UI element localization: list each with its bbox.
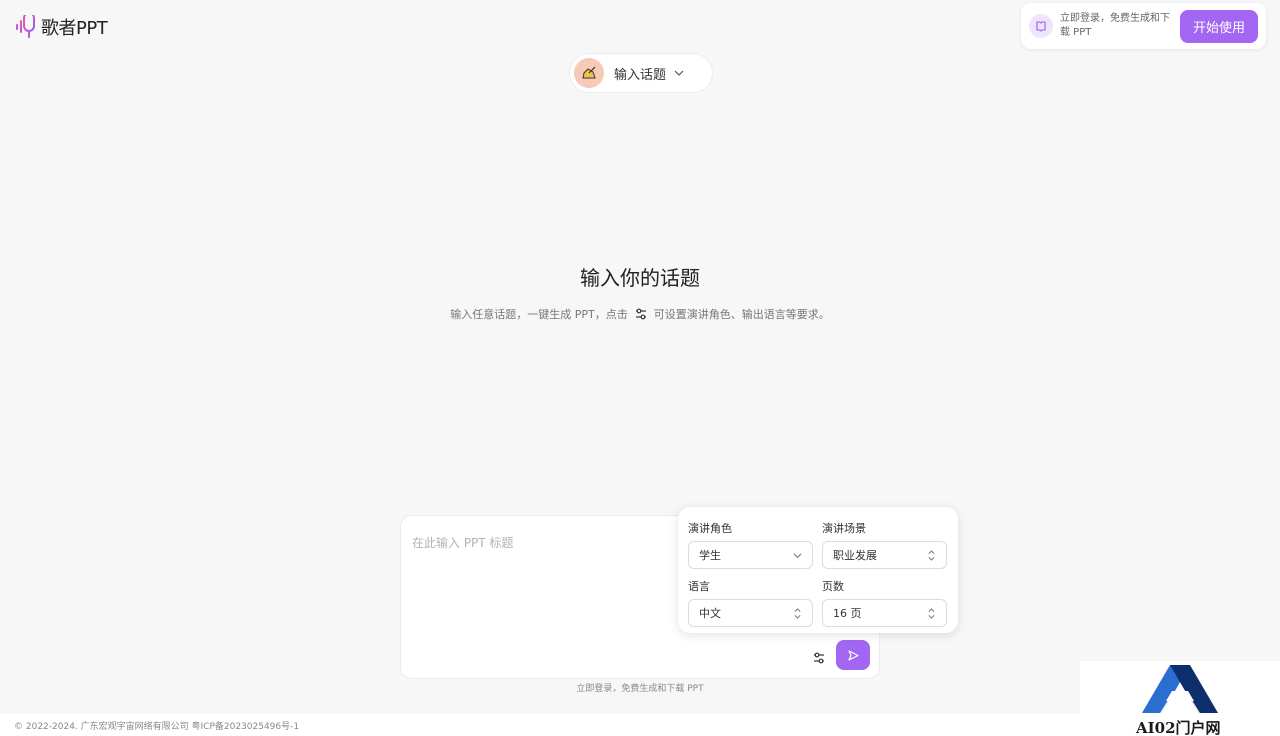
login-promo-card: 立即登录，免费生成和下载 PPT 开始使用 <box>1021 3 1266 49</box>
book-icon <box>1029 14 1053 38</box>
sliders-icon <box>635 308 646 320</box>
page-subtitle: 输入任意话题，一键生成 PPT，点击 可设置演讲角色、输出语言等要求。 <box>0 306 1280 322</box>
logo-mic-icon <box>16 15 35 38</box>
page-title: 输入你的话题 <box>580 266 700 290</box>
subtitle-before: 输入任意话题，一键生成 PPT，点击 <box>450 308 628 321</box>
scene-field: 演讲场景 职业发展 <box>822 520 947 569</box>
scene-label: 演讲场景 <box>822 522 866 535</box>
chevron-updown-icon <box>928 607 935 619</box>
send-button[interactable] <box>836 640 870 670</box>
pages-select[interactable]: 16 页 <box>822 599 947 627</box>
language-select[interactable]: 中文 <box>688 599 813 627</box>
language-field: 语言 中文 <box>688 578 813 627</box>
chevron-updown-icon <box>928 549 935 561</box>
brand-logo[interactable]: 歌者PPT <box>15 14 108 40</box>
settings-popover: 演讲角色 学生 演讲场景 职业发展 语言 中文 页数 16 页 <box>678 507 958 633</box>
footer-copyright: © 2022-2024. 广东宏观宇宙网络有限公司 粤ICP备202302549… <box>14 722 300 732</box>
chevron-updown-icon <box>794 607 801 619</box>
scene-select[interactable]: 职业发展 <box>822 541 947 569</box>
start-button[interactable]: 开始使用 <box>1180 9 1258 43</box>
chevron-down-icon <box>793 552 802 558</box>
topic-avatar-icon <box>574 58 604 88</box>
topic-selector[interactable]: 输入话题 <box>569 53 713 93</box>
watermark-text: AI02门户网 <box>1136 719 1221 736</box>
ppt-title-input[interactable] <box>412 536 672 550</box>
pages-label: 页数 <box>822 580 844 593</box>
watermark: AI02门户网 <box>1080 661 1280 736</box>
pages-field: 页数 16 页 <box>822 578 947 627</box>
send-icon <box>847 649 859 661</box>
language-value: 中文 <box>699 607 721 620</box>
settings-button[interactable] <box>809 648 829 668</box>
scene-value: 职业发展 <box>833 549 877 562</box>
language-label: 语言 <box>688 580 710 593</box>
chevron-down-icon <box>674 70 684 76</box>
subtitle-after: 可设置演讲角色、输出语言等要求。 <box>653 308 830 321</box>
watermark-logo-icon <box>1142 665 1218 713</box>
role-field: 演讲角色 学生 <box>688 520 813 569</box>
role-select[interactable]: 学生 <box>688 541 813 569</box>
brand-name: 歌者PPT <box>41 18 108 39</box>
promo-text: 立即登录，免费生成和下载 PPT <box>1060 13 1170 38</box>
role-label: 演讲角色 <box>688 522 732 535</box>
role-value: 学生 <box>699 549 721 562</box>
sliders-icon <box>814 652 824 664</box>
topic-selector-label: 输入话题 <box>614 67 667 83</box>
pages-value: 16 页 <box>833 607 862 620</box>
